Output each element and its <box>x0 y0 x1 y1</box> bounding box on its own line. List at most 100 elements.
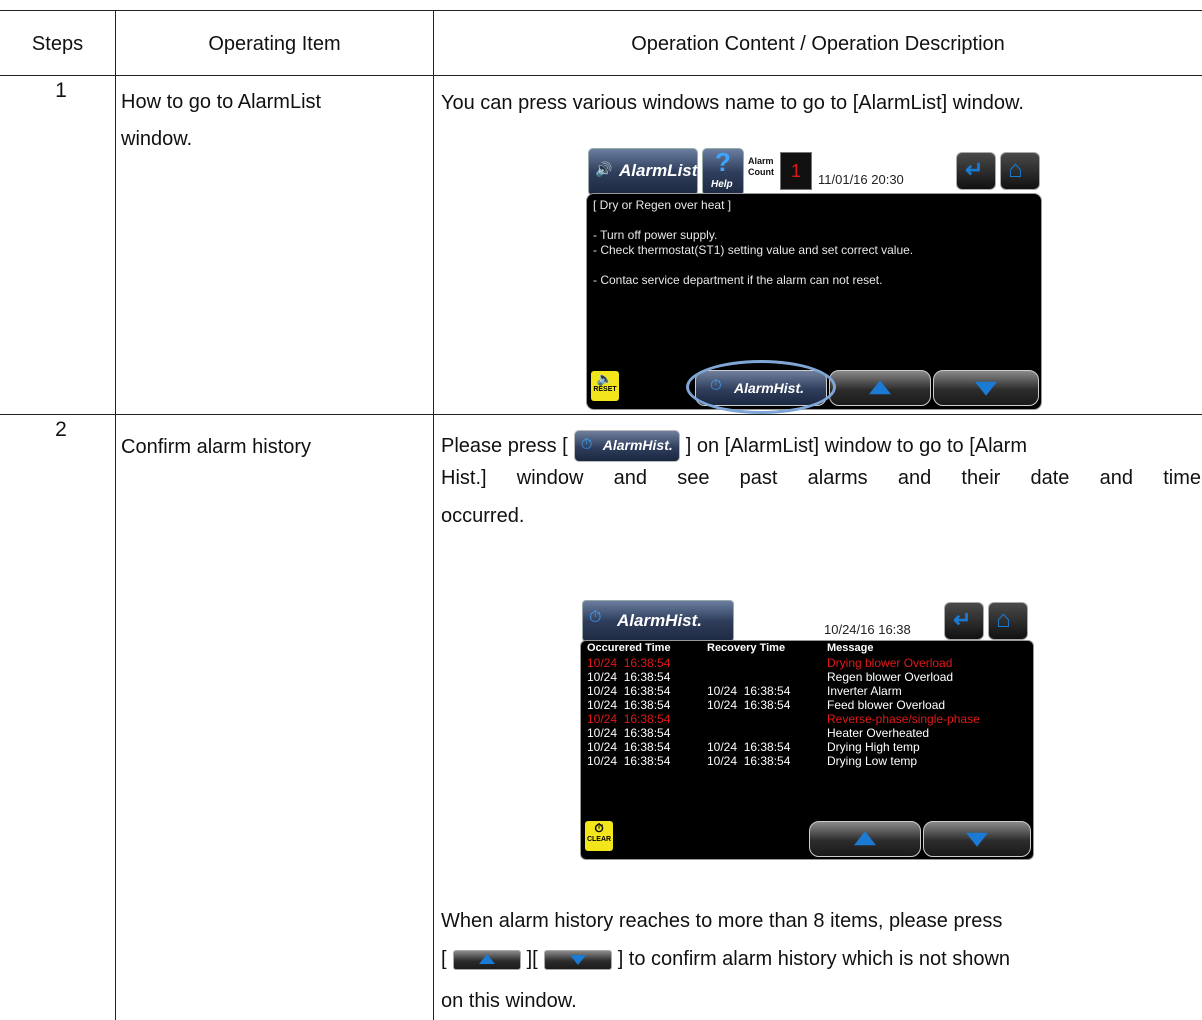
home-icon: ⌂ <box>1008 156 1023 183</box>
scroll-up-button[interactable] <box>809 821 921 857</box>
step-number-1: 1 <box>55 79 67 102</box>
history-occured-time: 10/24 16:38:54 <box>587 712 671 726</box>
header-steps: Steps <box>31 33 84 55</box>
alarm-label-line1: Alarm <box>748 156 774 166</box>
up-arrow-icon <box>854 831 876 846</box>
description-2-line1: Please press [ ⏱ AlarmHist. ] on [AlarmL… <box>441 430 1027 462</box>
reset-button[interactable]: 🔈 RESET <box>591 371 619 401</box>
scroll-down-button[interactable] <box>933 370 1039 406</box>
col-recovery-header: Recovery Time <box>707 642 786 654</box>
history-message: Drying blower Overload <box>827 656 953 670</box>
history-occured-time: 10/24 16:38:54 <box>587 670 671 684</box>
history-row: 10/24 16:38:54 10/24 16:38:54 Drying Low t… <box>587 754 1027 768</box>
home-button[interactable]: ⌂ <box>1000 152 1040 190</box>
scroll-up-button[interactable] <box>829 370 931 406</box>
description-1: You can press various windows name to go… <box>441 92 1024 114</box>
desc2-suffix: ] on [AlarmList] window to go to [Alarm <box>685 434 1027 457</box>
alarm-message-line: - Contac service department if the alarm… <box>593 273 883 287</box>
down-arrow-icon <box>975 381 997 396</box>
alarm-message: [ Dry or Regen over heat ] - Turn off po… <box>593 198 913 288</box>
desc2-prefix: Please press [ <box>441 434 568 457</box>
history-occured-time: 10/24 16:38:54 <box>587 698 671 712</box>
history-recovery-time: 10/24 16:38:54 <box>707 740 791 754</box>
operating-item-1: How to go to AlarmList window. <box>121 84 421 158</box>
inline-down-arrow-icon <box>569 954 586 965</box>
clear-label: CLEAR <box>586 836 612 843</box>
history-message: Inverter Alarm <box>827 684 902 698</box>
alarmhist-screen: ⏱ AlarmHist. 10/24/16 16:38 ↵ ⌂ Occurere… <box>580 600 1034 860</box>
justified-word: see <box>677 467 710 489</box>
col-message-header: Message <box>827 642 874 654</box>
help-button[interactable]: ? Help <box>702 147 744 196</box>
alarm-label-line2: Count <box>748 167 774 177</box>
back-button[interactable]: ↵ <box>944 602 984 640</box>
clock-speaker-icon: ⏱ <box>589 609 602 626</box>
alarmhist-title: AlarmHist. <box>617 611 703 630</box>
history-occured-time: 10/24 16:38:54 <box>587 740 671 754</box>
justified-word: time <box>1163 467 1201 489</box>
alarmlist-screen: 🔊 AlarmList ? Help Alarm Count 1 11/01/1… <box>586 147 1042 414</box>
table-top-border <box>0 10 1202 11</box>
alarm-message-line: [ Dry or Regen over heat ] <box>593 198 732 212</box>
history-occured-time: 10/24 16:38:54 <box>587 754 671 768</box>
history-occured-time: 10/24 16:38:54 <box>587 656 671 670</box>
justified-word: date <box>1030 467 1070 489</box>
highlight-ring <box>686 360 836 414</box>
alarmlist-title-button: 🔊 AlarmList <box>588 148 698 196</box>
alarmlist-datetime: 11/01/16 20:30 <box>818 172 904 187</box>
history-recovery-time: 10/24 16:38:54 <box>707 754 791 768</box>
history-message: Feed blower Overload <box>827 698 946 712</box>
justified-word: window <box>516 467 584 489</box>
justified-word: their <box>961 467 1001 489</box>
history-message: Drying High temp <box>827 740 920 754</box>
history-row: 10/24 16:38:54 Heater Overheated <box>587 726 1027 740</box>
desc2-line5-rest: ] to confirm alarm history which is not … <box>617 948 1011 970</box>
description-2-line3: occurred. <box>441 505 525 527</box>
inline-up-button <box>452 949 521 970</box>
reset-label: RESET <box>593 386 617 393</box>
history-row: 10/24 16:38:54 Drying blower Overload <box>587 656 1027 670</box>
history-occured-time: 10/24 16:38:54 <box>587 726 671 740</box>
reset-speaker-icon: 🔈 <box>596 371 614 386</box>
justified-word: and <box>1099 467 1133 489</box>
down-arrow-icon <box>966 832 988 847</box>
alarm-count-display: 1 <box>780 152 812 190</box>
col-divider-1 <box>115 10 116 1020</box>
back-icon: ↵ <box>953 607 972 632</box>
operating-item-1-line2: window. <box>121 128 193 150</box>
inline-alarmhist-icon: ⏱ <box>580 436 593 453</box>
inline-alarmhist-label: AlarmHist. <box>602 437 673 453</box>
alarm-message-line: - Turn off power supply. <box>593 228 718 242</box>
history-row: 10/24 16:38:54 Regen blower Overload <box>587 670 1027 684</box>
help-icon: ? <box>715 147 731 177</box>
history-row: 10/24 16:38:54 Reverse-phase/single-phase <box>587 712 1027 726</box>
history-message: Drying Low temp <box>827 754 918 768</box>
speaker-icon: 🔊 <box>595 161 613 177</box>
history-message: Reverse-phase/single-phase <box>827 712 980 726</box>
back-button[interactable]: ↵ <box>956 152 996 190</box>
alarm-count-label: Alarm Count <box>748 156 774 178</box>
clear-clock-icon: ⏱ <box>594 821 604 835</box>
history-message: Heater Overheated <box>827 726 930 740</box>
alarmhist-body: Occurered Time Recovery Time Message 10/… <box>580 640 1034 860</box>
alarm-message-gap <box>593 258 913 273</box>
justified-word: past <box>739 467 778 489</box>
bracket-mid: ][ <box>526 948 538 970</box>
scroll-down-button[interactable] <box>923 821 1031 857</box>
clear-button[interactable]: ⏱ CLEAR <box>585 821 613 851</box>
header-bottom-border <box>0 75 1202 76</box>
row-divider <box>0 414 1202 415</box>
home-icon: ⌂ <box>996 606 1011 633</box>
help-label: Help <box>711 179 733 190</box>
alarmhist-datetime: 10/24/16 16:38 <box>824 622 911 637</box>
alarmhist-rows: 10/24 16:38:54 Drying blower Overload 10/2… <box>587 656 1027 768</box>
home-button[interactable]: ⌂ <box>988 602 1028 640</box>
header-operation-content: Operation Content / Operation Descriptio… <box>631 33 1005 55</box>
operating-item-1-line1: How to go to AlarmList <box>121 91 322 113</box>
history-recovery-time: 10/24 16:38:54 <box>707 684 791 698</box>
history-message: Regen blower Overload <box>827 670 954 684</box>
bracket-open: [ <box>441 948 447 970</box>
alarm-message-line: - Check thermostat(ST1) setting value an… <box>593 243 914 257</box>
inline-alarmhist-button: ⏱ AlarmHist. <box>573 430 680 462</box>
inline-down-button <box>543 949 612 970</box>
